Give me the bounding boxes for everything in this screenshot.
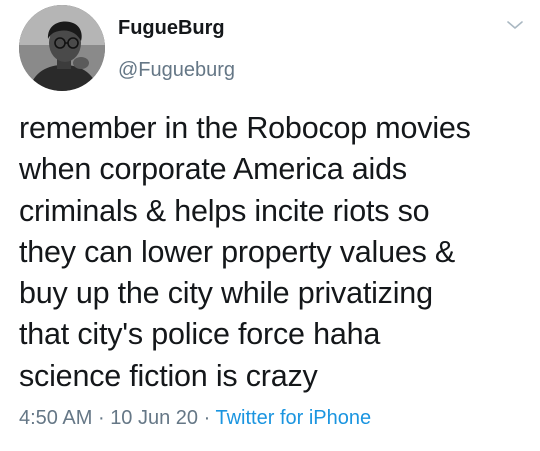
profile-photo [19, 5, 105, 91]
tweet-source-link[interactable]: Twitter for iPhone [215, 407, 371, 429]
tweet-text-line: criminals & helps incite riots so [19, 193, 430, 228]
tweet-date[interactable]: 10 Jun 20 [110, 407, 198, 429]
tweet-text-line: that city's police force haha [19, 317, 381, 352]
tweet-card: FugueBurg @Fugueburg remember in the Rob… [0, 0, 540, 451]
tweet-text: remember in the Robocop movies when corp… [19, 108, 534, 397]
tweet-time[interactable]: 4:50 AM [19, 407, 92, 429]
chevron-down-icon[interactable] [505, 18, 525, 32]
tweet-text-line: they can lower property values & [19, 234, 456, 269]
user-handle[interactable]: @Fugueburg [118, 59, 235, 82]
tweet-text-line: remember in the Robocop movies [19, 111, 471, 145]
tweet-text-line: science fiction is crazy [19, 358, 318, 393]
tweet-text-line: buy up the city while privatizing [19, 276, 433, 311]
tweet-meta: 4:50 AM · 10 Jun 20 · Twitter for iPhone [19, 407, 371, 430]
meta-separator: · [203, 407, 211, 429]
avatar[interactable] [19, 5, 105, 91]
tweet-text-line: when corporate America aids [19, 152, 407, 187]
meta-separator: · [97, 407, 105, 429]
display-name[interactable]: FugueBurg [118, 17, 225, 40]
